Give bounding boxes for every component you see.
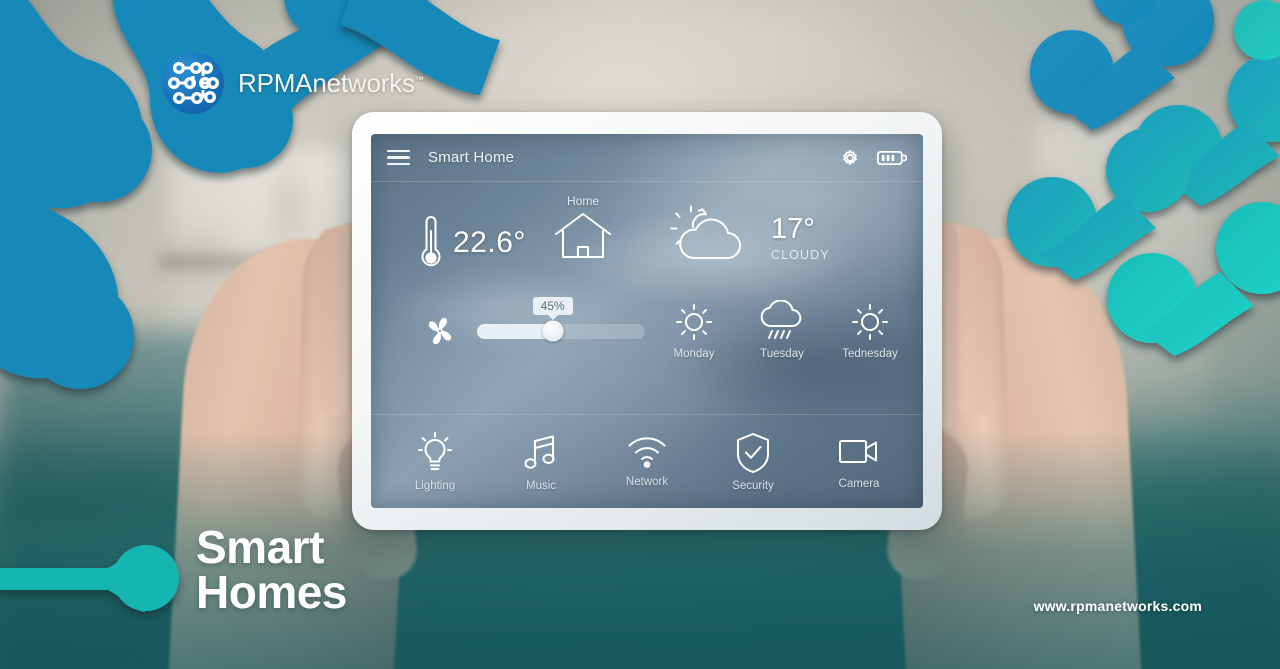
bottom-nav: Lighting Music Network Security Camera [371,414,923,508]
website-url: www.rpmanetworks.com [1033,598,1202,614]
slider-value-tooltip: 45% [532,296,573,315]
nav-label: Lighting [414,480,456,492]
nav-label: Music [525,480,557,492]
header-actions [839,147,907,169]
forecast-day[interactable]: Tednesday [831,300,909,360]
temperature-value: 22.6° [453,226,526,259]
nav-label: Network [625,476,669,488]
house-icon [543,210,623,262]
music-note-icon [503,431,579,475]
nav-item-music[interactable]: Music [503,431,579,492]
current-weather[interactable]: 17° CLOUDY [663,204,830,270]
weather-readout: 17° CLOUDY [771,213,830,262]
sun-icon [655,300,733,344]
slider-handle[interactable] [542,320,564,342]
nav-item-network[interactable]: Network [609,431,685,492]
headline-line-1: Smart [196,521,324,573]
nav-label: Security [732,480,774,492]
brand-name: RPMAnetworks™ [238,68,424,99]
tablet-screen[interactable]: Smart Home 22.6° Home 45% 17° CLOUDY Mon… [371,134,923,508]
trademark-symbol: ™ [414,73,424,84]
thermometer-icon [419,212,443,274]
shield-check-icon [715,431,791,475]
nav-label: Camera [838,478,880,490]
forecast-day[interactable]: Tuesday [743,300,821,360]
nav-item-camera[interactable]: Camera [821,431,897,492]
lightbulb-icon [397,431,473,475]
headline-line-2: Homes [196,566,347,619]
sun-icon [831,300,909,344]
gear-icon[interactable] [839,147,861,169]
fan-icon[interactable] [419,310,461,352]
indoor-temperature[interactable]: 22.6° [419,212,526,274]
forecast-day-label: Monday [673,348,715,360]
video-camera-icon [821,431,897,473]
nav-item-security[interactable]: Security [715,431,791,492]
battery-icon[interactable] [877,149,907,167]
brand-logo[interactable]: RPMAnetworks™ [162,52,424,114]
dashboard-main: 22.6° Home 45% 17° CLOUDY Monday Tuesday… [371,182,923,418]
home-zone-label: Home [566,194,599,208]
weather-forecast: Monday Tuesday Tednesday [655,300,909,360]
brand-name-text: RPMAnetworks [238,67,415,98]
app-header: Smart Home [371,134,923,182]
home-zone[interactable]: Home [543,194,623,262]
tablet-device: Smart Home 22.6° Home 45% 17° CLOUDY Mon… [352,112,942,530]
wifi-icon [609,431,685,471]
nav-item-lighting[interactable]: Lighting [397,431,473,492]
rain-cloud-icon [743,300,821,344]
climate-panel: 22.6° Home 45% [371,182,647,418]
weather-condition: CLOUDY [771,247,830,262]
page-title: Smart Home [428,149,515,166]
right-finger [958,228,988,418]
forecast-day-label: Tednesday [842,348,898,360]
hamburger-menu-icon[interactable] [387,150,410,165]
forecast-day[interactable]: Monday [655,300,733,360]
weather-temperature: 17° [771,212,815,245]
network-nodes-icon [162,52,224,114]
weather-panel: 17° CLOUDY Monday Tuesday Tednesday [647,182,923,418]
fan-control: 45% [419,296,645,352]
sun-behind-cloud-icon [663,204,755,270]
left-finger [318,228,348,418]
forecast-day-label: Tuesday [760,348,804,360]
headline: Smart Homes [196,521,347,619]
fan-speed-slider[interactable]: 45% [477,296,645,342]
